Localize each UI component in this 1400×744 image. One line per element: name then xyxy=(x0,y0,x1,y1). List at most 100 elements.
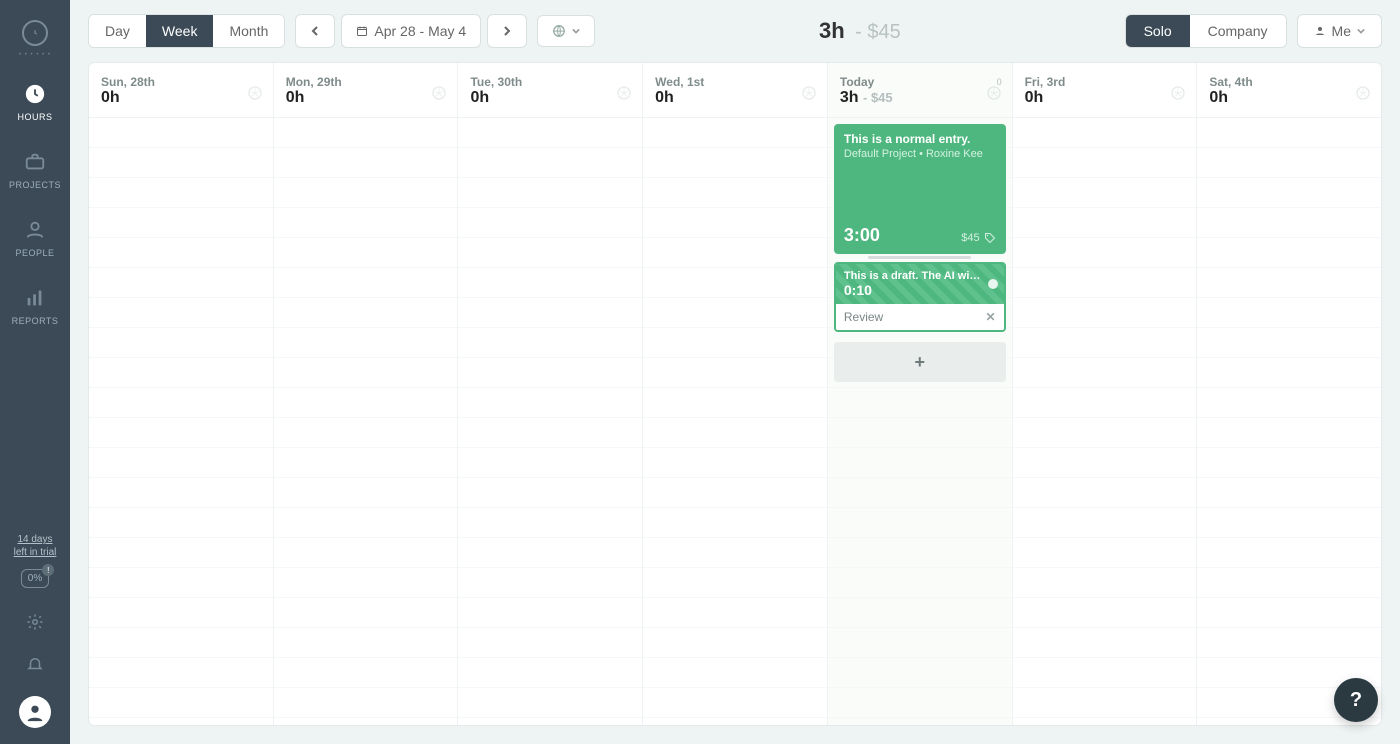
chevron-right-icon xyxy=(502,26,512,36)
date-range-button[interactable]: Apr 28 - May 4 xyxy=(341,14,481,48)
day-slots[interactable] xyxy=(274,118,458,725)
chevron-left-icon xyxy=(310,26,320,36)
user-filter-label: Me xyxy=(1332,23,1351,39)
day-label: Fri, 3rd xyxy=(1025,75,1185,89)
time-entry[interactable]: This is a normal entry. Default Project •… xyxy=(834,124,1006,254)
brain-icon[interactable] xyxy=(801,85,817,101)
trial-days: 14 days xyxy=(17,534,52,545)
people-icon xyxy=(23,218,47,242)
nav-label: PEOPLE xyxy=(15,248,54,258)
prev-button[interactable] xyxy=(295,14,335,48)
view-month-button[interactable]: Month xyxy=(213,15,284,47)
day-hours: 0h xyxy=(470,89,489,106)
clock-icon xyxy=(23,82,47,106)
main: Day Week Month Apr 28 - May 4 3h - $45 xyxy=(70,0,1400,744)
settings-icon[interactable] xyxy=(25,612,45,632)
nav-people[interactable]: PEOPLE xyxy=(0,204,70,272)
day-column: Fri, 3rd0h xyxy=(1013,63,1198,725)
day-slots[interactable] xyxy=(1013,118,1197,725)
day-amount: - $45 xyxy=(863,90,893,105)
dismiss-draft-button[interactable]: ✕ xyxy=(986,310,996,324)
help-icon: ? xyxy=(1350,689,1362,712)
view-week-button[interactable]: Week xyxy=(146,15,214,47)
day-column: Wed, 1st0h xyxy=(643,63,828,725)
calendar-grid: Sun, 28th0hMon, 29th0hTue, 30th0hWed, 1s… xyxy=(88,62,1382,726)
day-label: Wed, 1st xyxy=(655,75,815,89)
day-column: Tue, 30th0h xyxy=(458,63,643,725)
calendar-icon xyxy=(356,25,368,37)
setup-progress[interactable]: 0% ! xyxy=(21,569,49,588)
tag-icon xyxy=(984,232,996,244)
day-header: Sat, 4th0h xyxy=(1197,63,1381,118)
brain-icon[interactable] xyxy=(1355,85,1371,101)
day-hours: 0h xyxy=(1209,89,1228,106)
date-nav: Apr 28 - May 4 xyxy=(295,14,527,48)
scope-segment: Solo Company xyxy=(1125,14,1287,48)
draft-entry[interactable]: This is a draft. The AI wi…0:10 Review ✕ xyxy=(834,262,1006,332)
nav-label: REPORTS xyxy=(12,316,59,326)
day-slots[interactable] xyxy=(89,118,273,725)
draft-title: This is a draft. The AI wi… xyxy=(844,270,996,282)
caret-down-icon xyxy=(572,27,580,35)
day-label: Mon, 29th xyxy=(286,75,446,89)
user-icon xyxy=(1314,25,1326,37)
day-header: Today3h - $450 xyxy=(828,63,1012,118)
day-header: Wed, 1st0h xyxy=(643,63,827,118)
day-hours: 0h xyxy=(286,89,305,106)
caret-down-icon xyxy=(1357,27,1365,35)
day-label: Sat, 4th xyxy=(1209,75,1369,89)
alert-dot-icon: ! xyxy=(42,564,54,576)
entry-meta: Default Project • Roxine Kee xyxy=(844,148,996,160)
day-slots[interactable]: This is a normal entry. Default Project •… xyxy=(828,118,1012,725)
day-slots[interactable] xyxy=(1197,118,1381,725)
nav-items: HOURS PROJECTS PEOPLE REPORTS xyxy=(0,68,70,340)
brain-icon[interactable] xyxy=(616,85,632,101)
globe-icon xyxy=(552,24,566,38)
entry-title: This is a normal entry. xyxy=(844,132,996,146)
add-entry-button[interactable]: + xyxy=(834,342,1006,382)
day-slots[interactable] xyxy=(458,118,642,725)
draft-duration: 0:10 xyxy=(844,282,996,298)
day-hours: 3h xyxy=(840,89,859,106)
day-header: Sun, 28th0h xyxy=(89,63,273,118)
entry-duration: 3:00 xyxy=(844,225,880,246)
help-fab[interactable]: ? xyxy=(1334,678,1378,722)
day-column: Sun, 28th0h xyxy=(89,63,274,725)
scope-solo-button[interactable]: Solo xyxy=(1126,15,1190,47)
brain-icon[interactable] xyxy=(986,85,1002,101)
day-slots[interactable] xyxy=(643,118,827,725)
bars-icon xyxy=(23,286,47,310)
review-button[interactable]: Review xyxy=(844,310,883,324)
day-hours: 0h xyxy=(1025,89,1044,106)
clock-logo-icon xyxy=(22,20,48,46)
brain-icon[interactable] xyxy=(247,85,263,101)
toolbar: Day Week Month Apr 28 - May 4 3h - $45 xyxy=(70,0,1400,62)
day-header: Tue, 30th0h xyxy=(458,63,642,118)
view-day-button[interactable]: Day xyxy=(89,15,146,47)
view-segment: Day Week Month xyxy=(88,14,285,48)
day-column: Sat, 4th0h xyxy=(1197,63,1381,725)
day-header: Mon, 29th0h xyxy=(274,63,458,118)
day-hours: 0h xyxy=(101,89,120,106)
day-label: Tue, 30th xyxy=(470,75,630,89)
day-label: Today xyxy=(840,75,1000,89)
resize-handle[interactable] xyxy=(868,256,971,259)
next-button[interactable] xyxy=(487,14,527,48)
week-totals: 3h - $45 xyxy=(605,18,1114,44)
nav-projects[interactable]: PROJECTS xyxy=(0,136,70,204)
trial-notice[interactable]: 14 days left in trial xyxy=(14,533,57,559)
user-filter-button[interactable]: Me xyxy=(1297,14,1382,48)
sidebar: • • • • • • HOURS PROJECTS PEOPLE REPORT… xyxy=(0,0,70,744)
calendar: Sun, 28th0hMon, 29th0hTue, 30th0hWed, 1s… xyxy=(70,62,1400,744)
nav-reports[interactable]: REPORTS xyxy=(0,272,70,340)
nav-label: HOURS xyxy=(17,112,52,122)
brain-icon[interactable] xyxy=(431,85,447,101)
avatar[interactable] xyxy=(19,696,51,728)
filter-dropdown[interactable] xyxy=(537,15,595,47)
scope-company-button[interactable]: Company xyxy=(1190,15,1286,47)
brain-icon[interactable] xyxy=(1170,85,1186,101)
day-column: Today3h - $450 This is a normal entry. Def… xyxy=(828,63,1013,725)
notifications-icon[interactable] xyxy=(25,654,45,674)
date-range-label: Apr 28 - May 4 xyxy=(374,23,466,39)
nav-hours[interactable]: HOURS xyxy=(0,68,70,136)
